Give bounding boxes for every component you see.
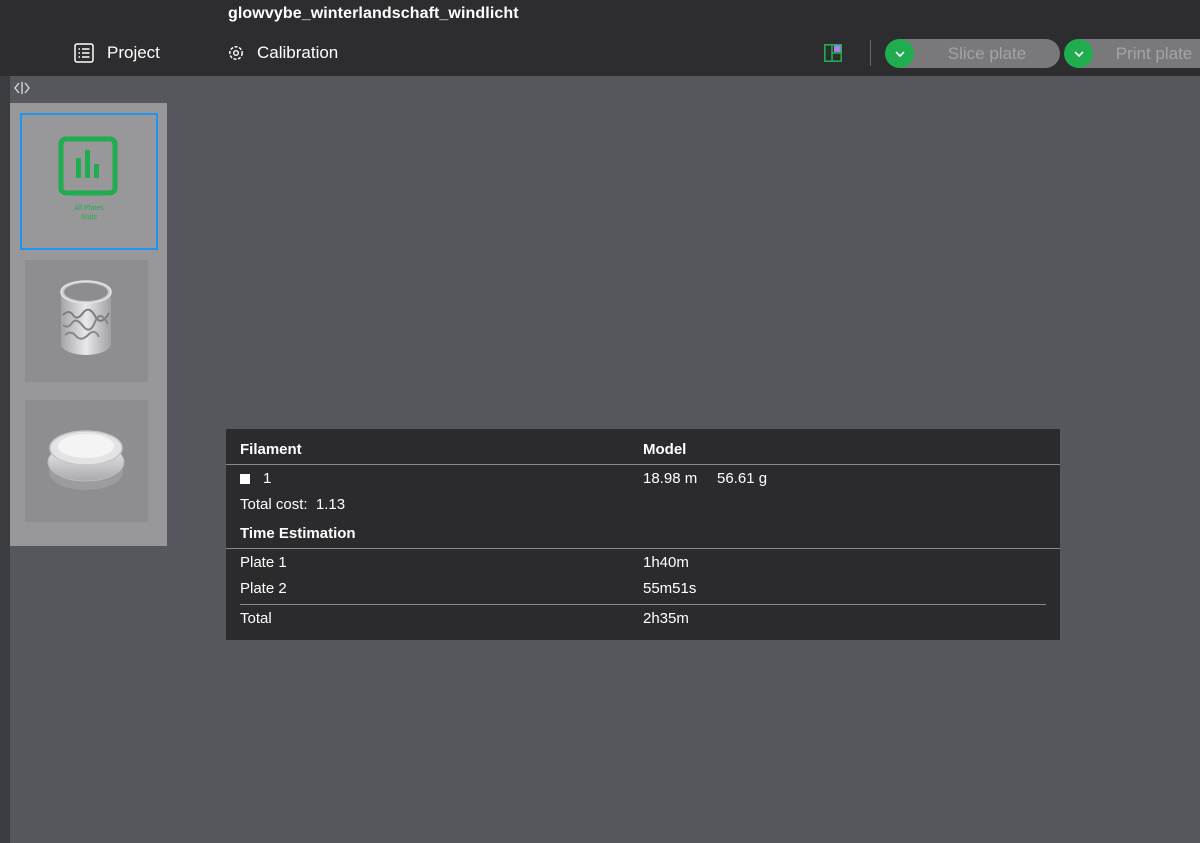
plate-thumbnail-2[interactable] [25, 400, 148, 522]
stats-icon [58, 136, 118, 196]
total-time-label: Total [240, 610, 272, 627]
plate-time-label: Plate 1 [240, 554, 287, 571]
chevron-down-icon [1073, 50, 1084, 57]
all-plates-stats-card[interactable]: All Plates Stats [20, 113, 158, 250]
chevron-down-icon [894, 50, 905, 57]
plate-time-label: Plate 2 [240, 580, 287, 597]
total-time-value: 2h35m [643, 610, 689, 627]
filament-color-swatch [240, 474, 250, 484]
slice-dropdown-button[interactable] [885, 39, 914, 68]
total-cost: Total cost: 1.13 [240, 496, 345, 513]
top-toolbar: glowvybe_winterlandschaft_windlicht Proj… [0, 0, 1200, 76]
collapse-sidebar-icon[interactable] [10, 78, 34, 98]
filament-entry: 1 [240, 470, 271, 487]
filament-id: 1 [263, 470, 272, 487]
slice-stats-table: Filament Model 1 18.98 m 56.61 g Total c… [226, 429, 1060, 640]
plate-time-value: 1h40m [643, 554, 689, 571]
left-edge [0, 76, 10, 843]
plate-time-value: 55m51s [643, 580, 697, 597]
tab-calibration[interactable]: Calibration [227, 41, 338, 65]
filament-header: Filament [240, 441, 302, 458]
tab-calibration-label: Calibration [257, 43, 339, 62]
time-estimation-header: Time Estimation [240, 525, 356, 542]
model-header: Model [643, 441, 687, 458]
base-model-thumbnail [47, 430, 125, 490]
toolbar-divider [870, 40, 871, 66]
total-cost-value: 1.13 [315, 496, 346, 513]
plate-thumbnail-1[interactable] [25, 260, 148, 382]
print-plate-control: Print plate [1064, 39, 1200, 68]
print-plate-button[interactable]: Print plate [1079, 39, 1200, 68]
gear-icon [227, 44, 245, 62]
slice-plate-button[interactable]: Slice plate [900, 39, 1060, 68]
plate-list: All Plates Stats 1 2 [10, 103, 167, 546]
all-plates-stats-label: All Plates Stats [74, 205, 104, 221]
layout-icon[interactable] [824, 44, 842, 62]
tab-project-label: Project [107, 43, 160, 62]
tab-project[interactable]: Project [73, 41, 160, 65]
header-divider [226, 464, 1060, 465]
window-title: glowvybe_winterlandschaft_windlicht [228, 5, 519, 22]
slice-plate-control: Slice plate [885, 39, 1060, 68]
print-dropdown-button[interactable] [1064, 39, 1093, 68]
total-divider [240, 604, 1046, 605]
filament-length: 18.98 m [643, 470, 698, 487]
filament-weight: 56.61 g [717, 470, 768, 487]
cylinder-model-thumbnail [60, 280, 112, 355]
time-divider [226, 548, 1060, 549]
list-icon [73, 42, 95, 64]
total-cost-label: Total cost: [240, 496, 308, 513]
